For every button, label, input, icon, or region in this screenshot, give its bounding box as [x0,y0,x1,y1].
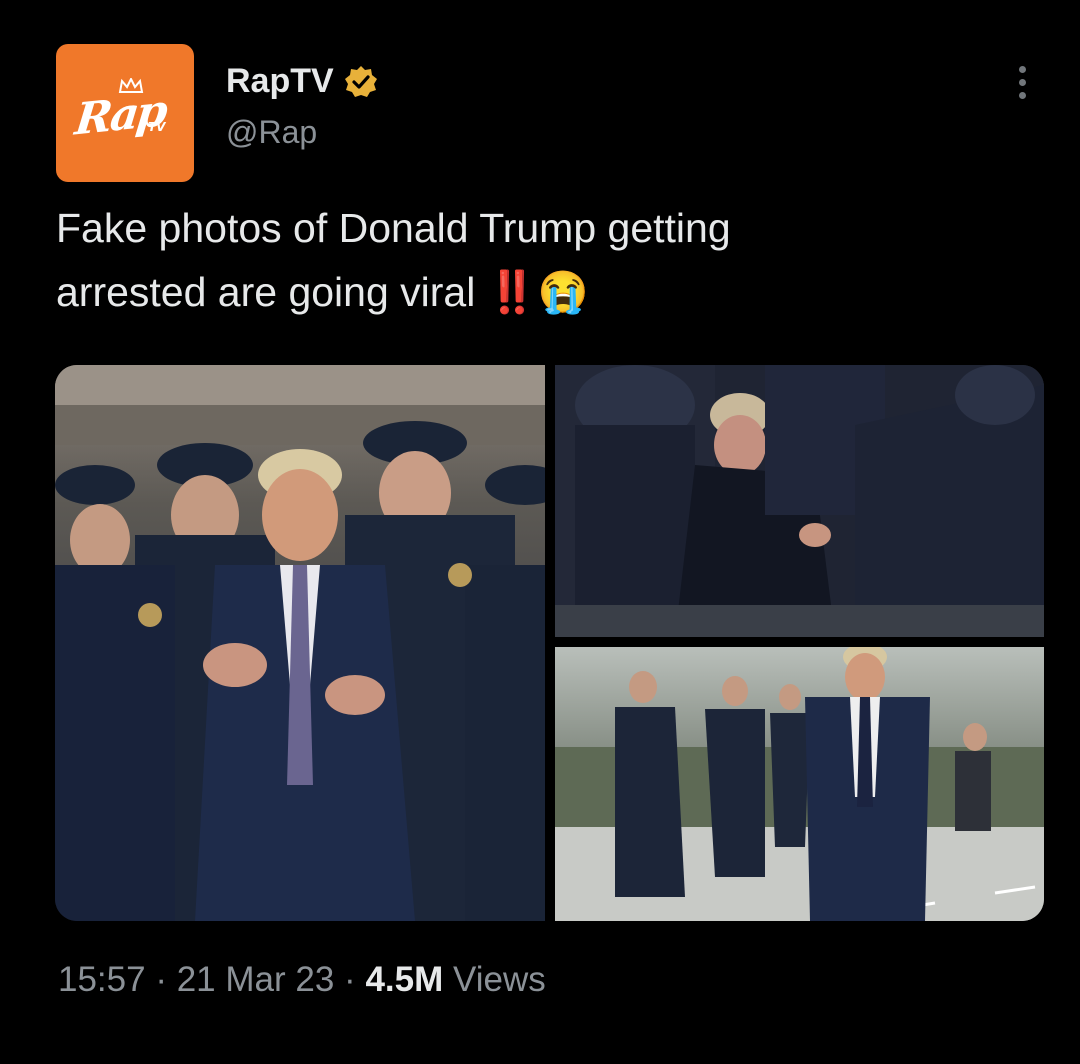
logo-text: Rap [72,85,168,146]
account-name-row[interactable]: RapTV [226,62,378,101]
views-label: Views [452,960,546,999]
account-handle[interactable]: @Rap [226,114,317,151]
dot [1018,79,1026,86]
more-options-button[interactable] [1010,66,1034,106]
photo-arrest-escort[interactable] [55,365,545,921]
photo-2-image [555,365,1044,637]
tweet-text-line-1: Fake photos of Donald Trump getting [56,205,731,251]
logo-subtext: TV [148,120,166,134]
tweet-emoji: ‼️😭 [486,269,589,315]
views-count: 4.5M [365,960,444,999]
display-name[interactable]: RapTV [226,62,334,101]
dot [1018,66,1026,73]
verified-badge-icon [344,65,377,97]
tweet-text: Fake photos of Donald Trump getting arre… [56,196,1036,324]
meta-separator: · [155,960,167,999]
tweet-date[interactable]: 21 Mar 23 [177,960,335,999]
tweet-text-line-2: arrested are going viral ‼️😭 [56,260,1036,324]
photo-3-image [555,647,1044,921]
media-grid [55,365,1044,921]
meta-separator: · [344,960,356,999]
tweet-meta: 15:57 · 21 Mar 23 · 4.5M Views [58,960,546,1000]
tweet-time[interactable]: 15:57 [58,960,146,999]
photo-1-image [55,365,545,921]
tweet-text-line-2-text: arrested are going viral [56,269,476,315]
raptv-logo: Rap TV [70,78,180,148]
photo-scuffle[interactable] [555,365,1044,637]
dot [1018,92,1026,99]
photo-running[interactable] [555,647,1044,921]
account-avatar[interactable]: Rap TV [56,44,194,182]
